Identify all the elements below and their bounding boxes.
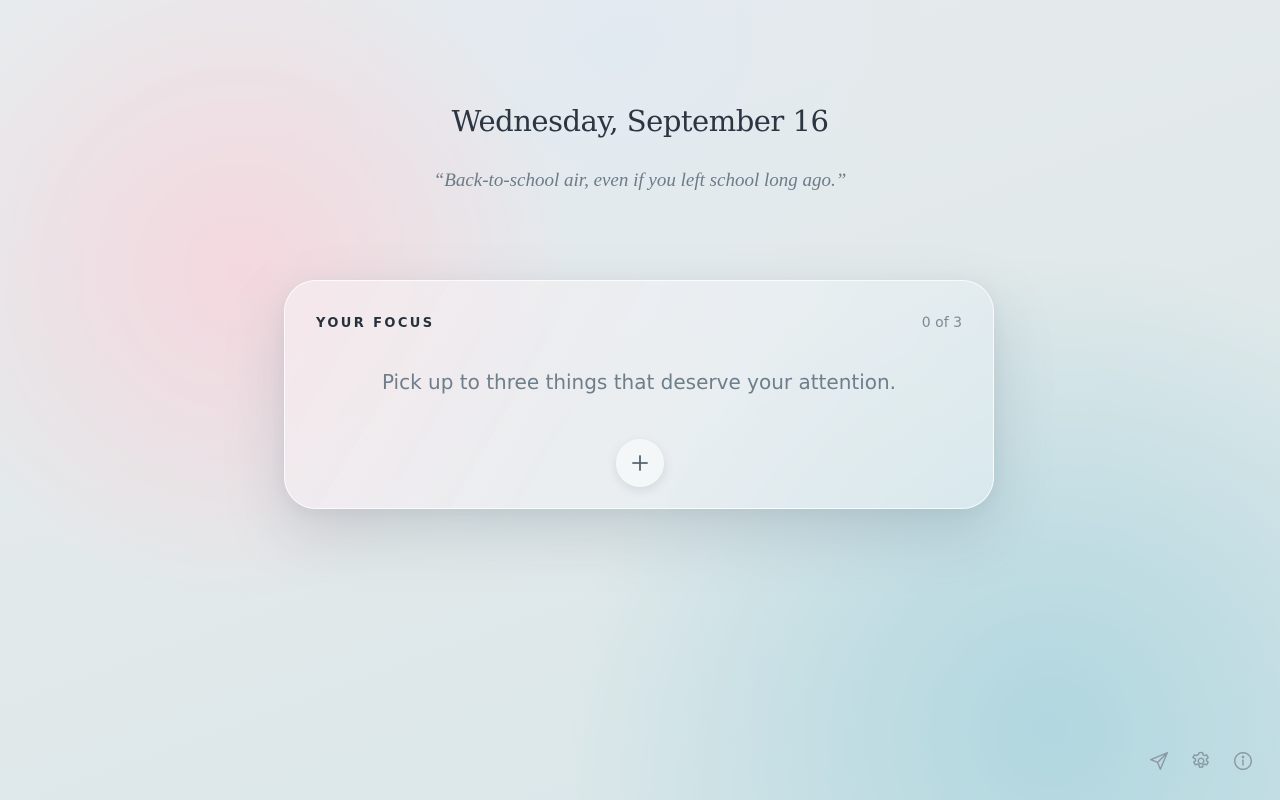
date-heading: Wednesday, September 16 [451, 104, 829, 138]
add-focus-button[interactable] [616, 439, 664, 487]
gear-icon [1192, 751, 1209, 768]
info-button[interactable] [1232, 750, 1254, 772]
footer-toolbar [1148, 750, 1254, 772]
send-feedback-button[interactable] [1148, 750, 1170, 772]
daily-quote: “Back-to-school air, even if you left sc… [433, 170, 847, 191]
focus-card-label: YOUR FOCUS [316, 316, 435, 331]
focus-prompt: Pick up to three things that deserve you… [381, 370, 897, 394]
focus-card: YOUR FOCUS 0 of 3 Pick up to three thing… [284, 280, 994, 509]
focus-count: 0 of 3 [921, 315, 962, 331]
plus-icon [632, 455, 648, 471]
settings-button[interactable] [1190, 750, 1212, 772]
send-icon [1150, 752, 1168, 770]
info-icon [1234, 752, 1252, 770]
